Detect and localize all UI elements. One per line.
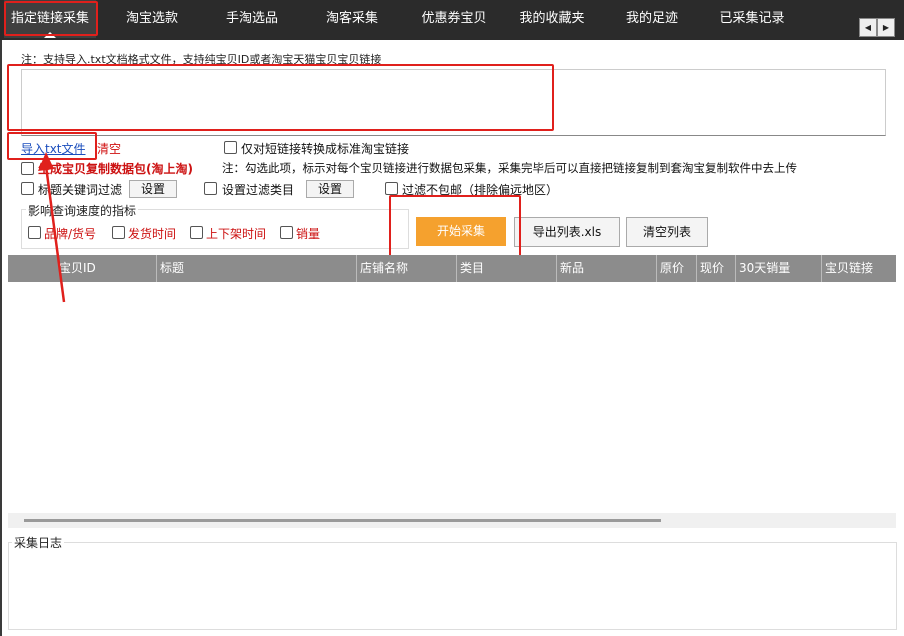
- annotation-arrow-head: [38, 152, 54, 171]
- annotation-arrow-line: [44, 165, 66, 303]
- annotation-arrow: [38, 152, 66, 303]
